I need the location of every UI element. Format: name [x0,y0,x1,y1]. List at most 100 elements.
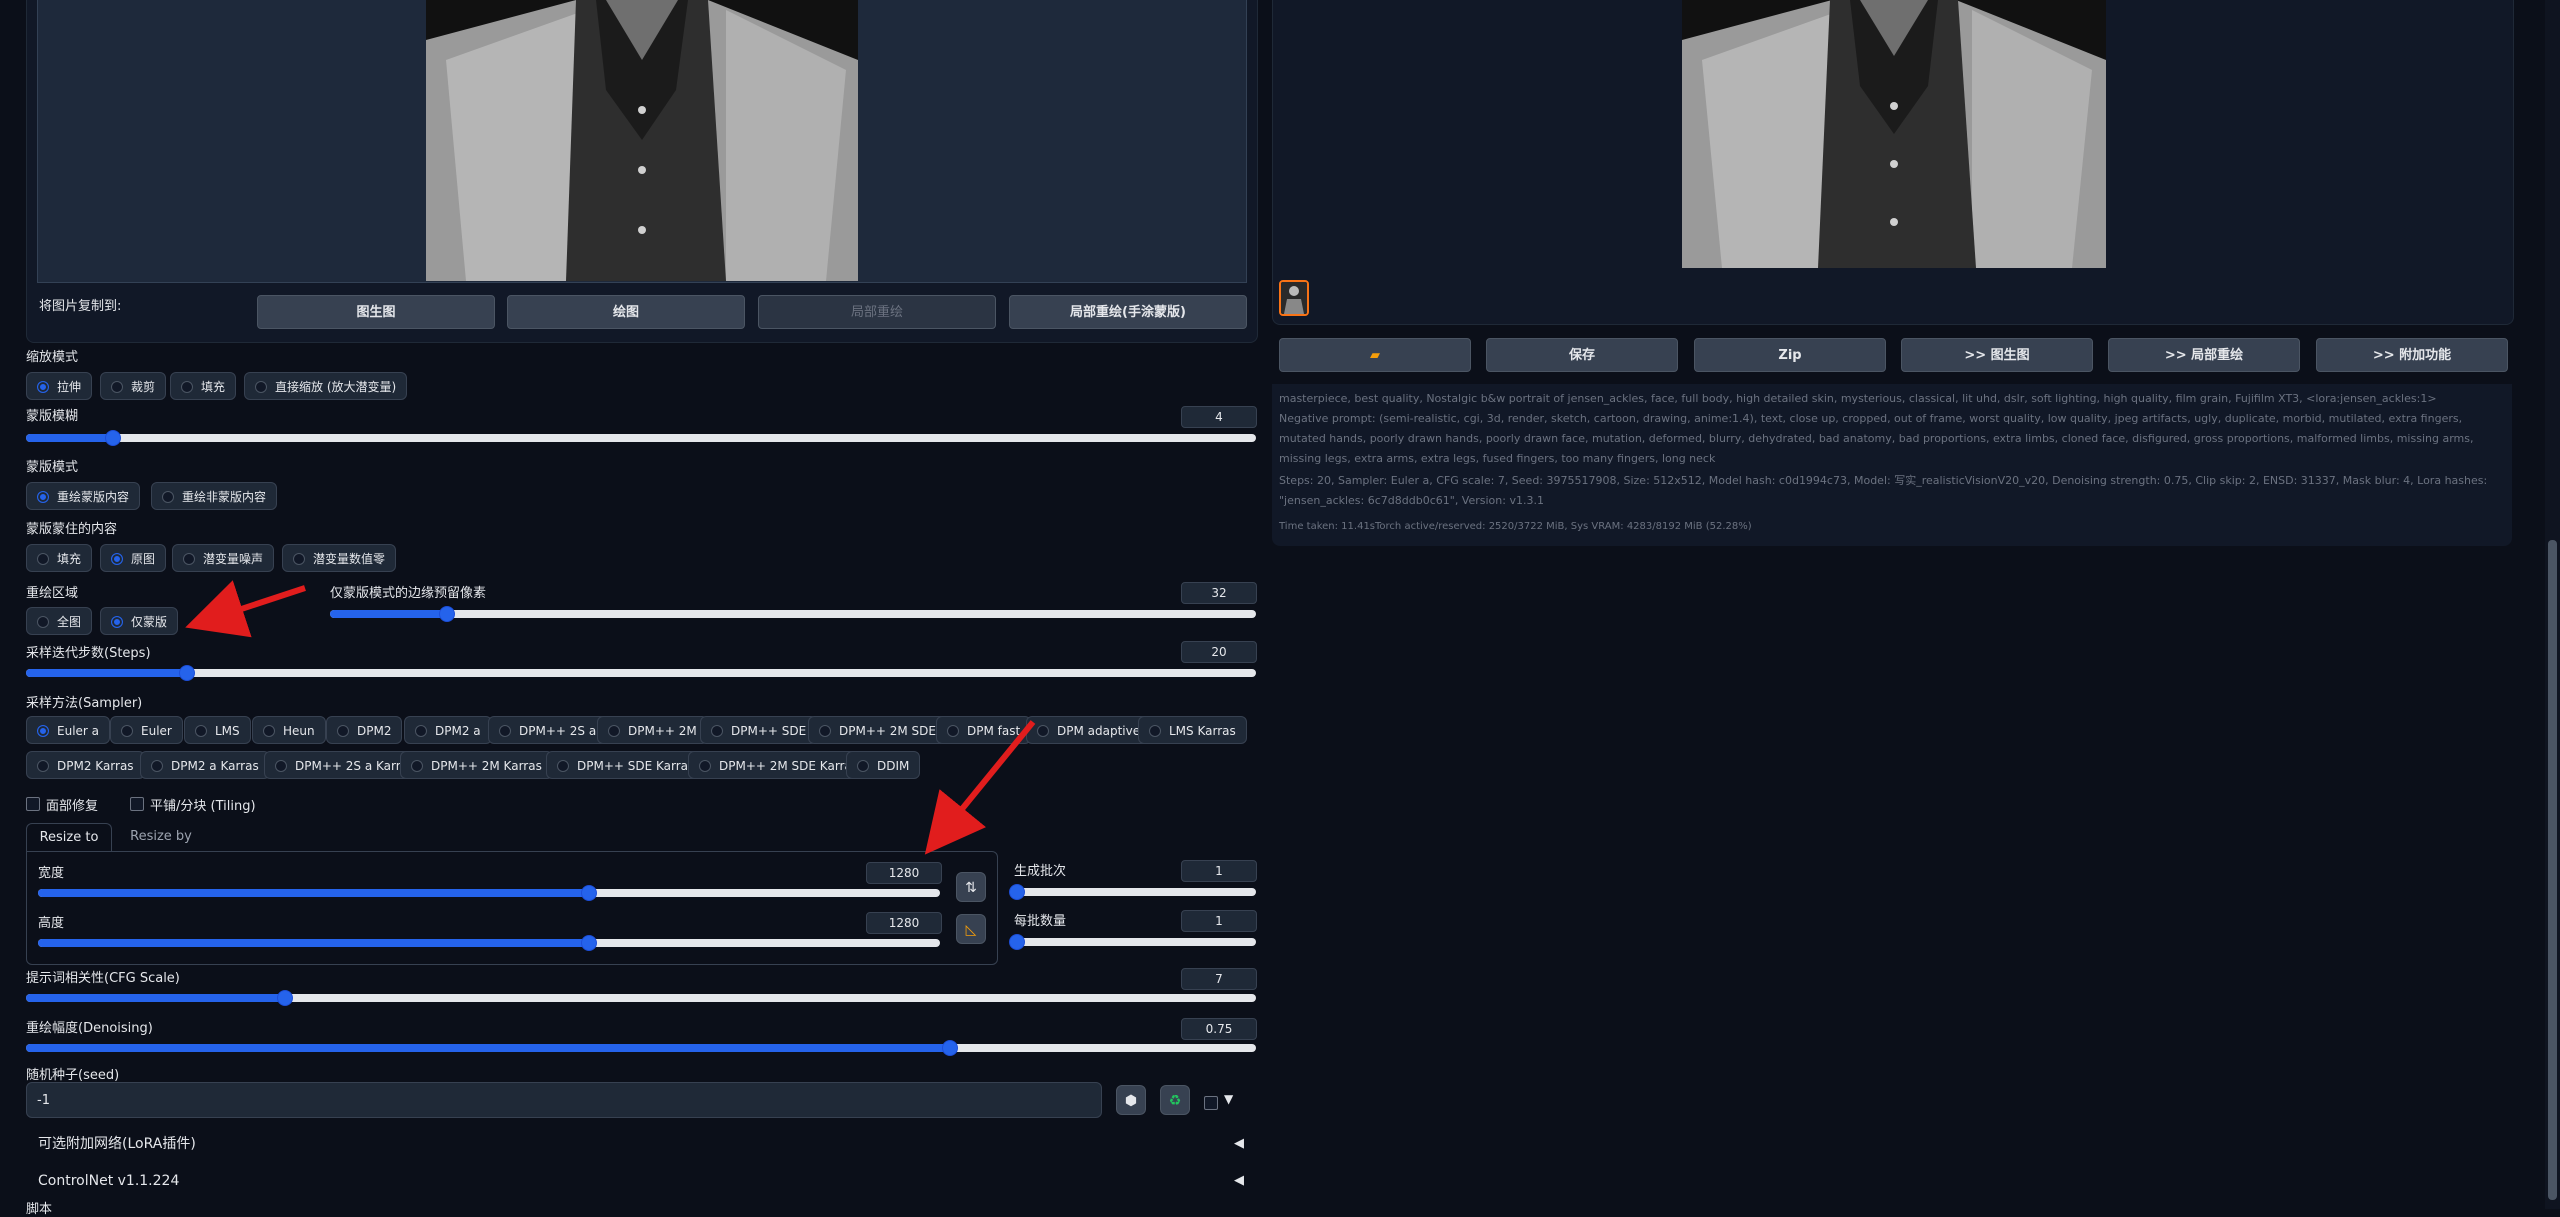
sampler-dpm2-a[interactable]: DPM2 a [404,716,492,744]
copy-to-inpaint-button[interactable]: 局部重绘 [758,295,996,329]
send-to-img2img-button[interactable]: >> 图生图 [1901,338,2093,372]
copy-to-sketch-button[interactable]: 绘图 [507,295,745,329]
radio-icon [293,553,305,565]
tiling-checkbox[interactable] [130,797,144,811]
batch-count-value[interactable]: 1 [1181,860,1257,882]
radio-icon [275,760,287,772]
zip-button[interactable]: Zip [1694,338,1886,372]
sampler-dpm2-a-karras[interactable]: DPM2 a Karras [140,751,270,779]
padding-label: 仅蒙版模式的边缘预留像素 [330,586,487,601]
seed-label: 随机种子(seed) [26,1068,120,1083]
open-folder-button[interactable]: ▰ [1279,338,1471,372]
tab-resize-to[interactable]: Resize to [26,823,112,852]
sampler-dpm-adaptive[interactable]: DPM adaptive [1026,716,1152,744]
masked-content-original[interactable]: 原图 [100,544,167,572]
radio-icon [819,725,831,737]
radio-icon [37,725,49,737]
mask-blur-slider[interactable] [26,430,1256,446]
sampler-lms-karras[interactable]: LMS Karras [1138,716,1247,744]
swap-dimensions-icon[interactable]: ⇅ [956,872,986,902]
radio-icon [37,491,49,503]
radio-icon [111,381,123,393]
masked-content-fill[interactable]: 填充 [26,544,93,572]
save-button[interactable]: 保存 [1486,338,1678,372]
resize-mode-stretch[interactable]: 拉伸 [26,372,93,400]
width-value[interactable]: 1280 [866,862,942,884]
sampler-dpmpp-2m-karras[interactable]: DPM++ 2M Karras [400,751,553,779]
resize-mode-crop[interactable]: 裁剪 [100,372,167,400]
mask-blur-value[interactable]: 4 [1181,406,1257,428]
send-to-inpaint-button[interactable]: >> 局部重绘 [2108,338,2300,372]
info-negative-prompt: Negative prompt: (semi-realistic, cgi, 3… [1279,412,2474,465]
batch-count-slider[interactable] [1009,884,1256,900]
inpaint-area-label: 重绘区域 [26,586,79,601]
controlnet-accordion-label: ControlNet v1.1.224 [38,1173,180,1189]
denoising-value[interactable]: 0.75 [1181,1018,1257,1040]
denoising-slider[interactable] [26,1040,1256,1056]
sampler-euler[interactable]: Euler [110,716,183,744]
sampler-euler-a[interactable]: Euler a [26,716,111,744]
steps-value[interactable]: 20 [1181,641,1257,663]
sampler-dpmpp-sde[interactable]: DPM++ SDE [700,716,818,744]
copy-to-img2img-button[interactable]: 图生图 [257,295,495,329]
info-parameters: Steps: 20, Sampler: Euler a, CFG scale: … [1279,474,2488,507]
radio-icon [857,760,869,772]
masked-content-latent-noise[interactable]: 潜变量噪声 [172,544,275,572]
cfg-value[interactable]: 7 [1181,968,1257,990]
height-label: 高度 [38,916,65,931]
inpaint-area-whole[interactable]: 全图 [26,607,93,635]
sampler-ddim[interactable]: DDIM [846,751,921,779]
sampler-dpmpp-2m-sde[interactable]: DPM++ 2M SDE [808,716,947,744]
resize-mode-latent[interactable]: 直接缩放 (放大潜变量) [244,372,408,400]
resize-mode-label: 缩放模式 [26,350,79,365]
page-scrollbar[interactable] [2545,0,2560,1209]
extra-seed-checkbox[interactable] [1204,1096,1218,1110]
masked-content-latent-nothing[interactable]: 潜变量数值零 [282,544,397,572]
radio-icon [337,725,349,737]
recycle-icon[interactable]: ♻ [1160,1085,1190,1115]
sampler-dpm2-karras[interactable]: DPM2 Karras [26,751,145,779]
sampler-lms[interactable]: LMS [184,716,251,744]
copy-to-inpaint-sketch-button[interactable]: 局部重绘(手涂蒙版) [1009,295,1247,329]
width-slider[interactable] [38,885,940,901]
sampler-dpmpp-sde-karras[interactable]: DPM++ SDE Karras [546,751,706,779]
height-value[interactable]: 1280 [866,912,942,934]
radio-icon [183,553,195,565]
batch-count-label: 生成批次 [1014,864,1067,879]
copy-to-label: 将图片复制到: [39,299,122,314]
sampler-dpmpp-2s-a[interactable]: DPM++ 2S a [488,716,608,744]
dice-icon[interactable]: ⬢ [1116,1085,1146,1115]
batch-size-value[interactable]: 1 [1181,910,1257,932]
sampler-dpmpp-2m[interactable]: DPM++ 2M [597,716,708,744]
sampler-dpm2[interactable]: DPM2 [326,716,403,744]
mask-mode-inpaint-not-masked[interactable]: 重绘非蒙版内容 [151,482,278,510]
inpaint-area-only-masked[interactable]: 仅蒙版 [100,607,179,635]
cfg-slider[interactable] [26,990,1256,1006]
steps-slider[interactable] [26,665,1256,681]
seed-input[interactable]: -1 [26,1082,1102,1118]
resize-mode-fill[interactable]: 填充 [170,372,237,400]
controlnet-accordion[interactable]: ControlNet v1.1.224 ◀ [26,1165,1256,1197]
sampler-dpm-fast[interactable]: DPM fast [936,716,1032,744]
script-label: 脚本 [26,1202,53,1217]
radio-icon [699,760,711,772]
mask-mode-inpaint-masked[interactable]: 重绘蒙版内容 [26,482,141,510]
radio-icon [1149,725,1161,737]
dropdown-arrow-icon[interactable]: ▼ [1224,1092,1233,1106]
sampler-dpmpp-2m-sde-karras[interactable]: DPM++ 2M SDE Karras [688,751,870,779]
radio-icon [162,491,174,503]
gallery-thumbnail[interactable] [1279,280,1309,316]
sampler-heun[interactable]: Heun [252,716,326,744]
batch-size-slider[interactable] [1009,934,1256,950]
scrollbar-thumb[interactable] [2548,540,2557,1200]
aspect-ratio-icon[interactable]: ◺ [956,914,986,944]
padding-value[interactable]: 32 [1181,582,1257,604]
send-to-extras-button[interactable]: >> 附加功能 [2316,338,2508,372]
face-restore-checkbox[interactable] [26,797,40,811]
input-photo [426,0,858,281]
height-slider[interactable] [38,935,940,951]
tab-resize-by[interactable]: Resize by [118,823,204,851]
radio-icon [37,381,49,393]
padding-slider[interactable] [330,606,1256,622]
lora-accordion[interactable]: 可选附加网络(LoRA插件) ◀ [26,1128,1256,1160]
